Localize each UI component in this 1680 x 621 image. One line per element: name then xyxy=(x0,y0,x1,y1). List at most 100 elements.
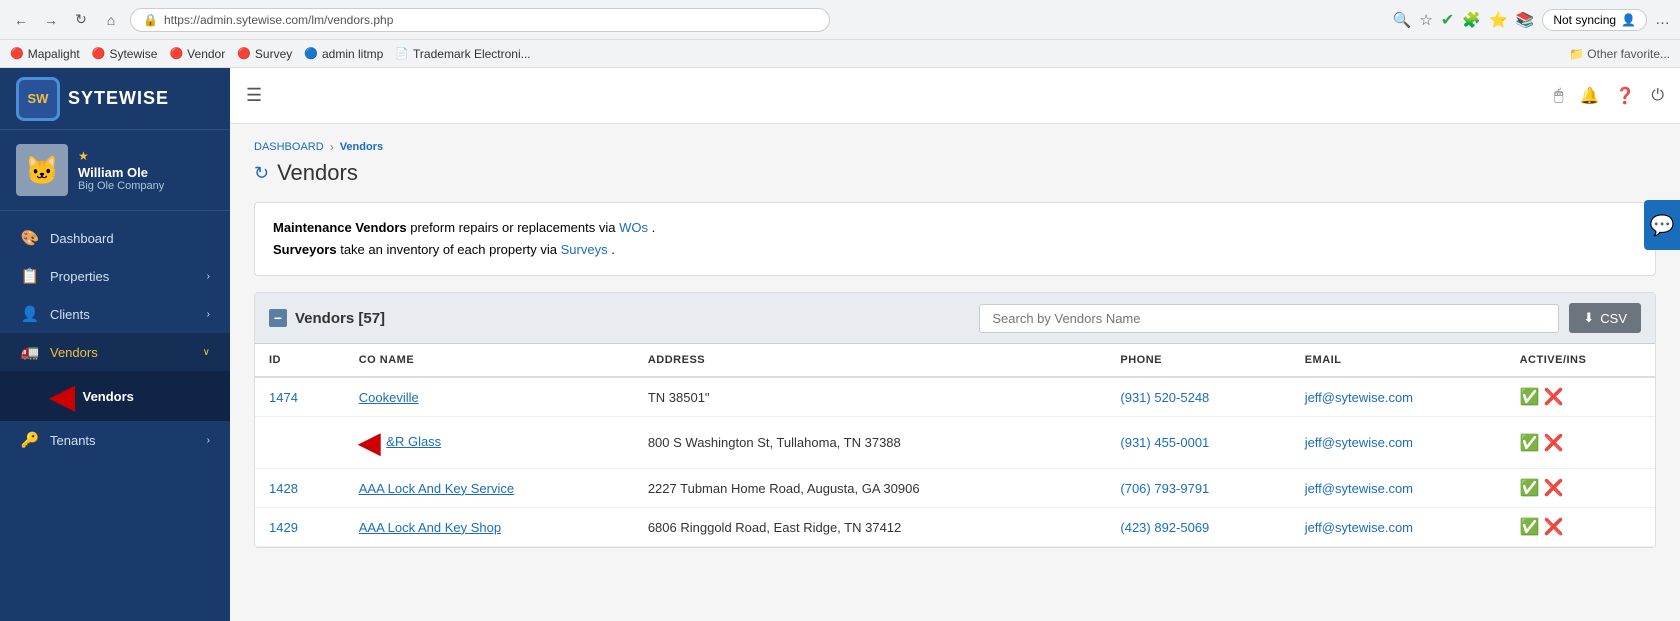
bell-icon[interactable]: 🔔 xyxy=(1580,86,1600,106)
vendors-header: − Vendors [57] ⬇ CSV xyxy=(255,293,1655,344)
bookmark-sytewise[interactable]: 🔴 Sytewise xyxy=(92,47,158,61)
clients-icon: 👤 xyxy=(20,305,40,323)
not-syncing-label: Not syncing xyxy=(1553,13,1616,27)
ins-icon: ❌ xyxy=(1544,433,1564,453)
bookmark-survey[interactable]: 🔴 Survey xyxy=(237,47,292,61)
vendor-bm-icon: 🔴 xyxy=(169,47,183,60)
sidebar-item-clients[interactable]: 👤 Clients › xyxy=(0,295,230,333)
breadcrumb-separator: › xyxy=(330,140,334,154)
app-container: SW SYTEWISE 🐱 ★ William Ole Big Ole Comp… xyxy=(0,68,1680,621)
vendor-name-link[interactable]: &R Glass xyxy=(386,434,441,449)
forward-button[interactable]: → xyxy=(40,9,62,31)
sidebar-item-dashboard-label: Dashboard xyxy=(50,231,114,246)
cell-address: 2227 Tubman Home Road, Augusta, GA 30906 xyxy=(634,469,1107,508)
cell-id[interactable]: 1429 xyxy=(255,508,345,547)
sidebar-item-dashboard[interactable]: 🎨 Dashboard xyxy=(0,219,230,257)
vendor-name-link[interactable]: AAA Lock And Key Service xyxy=(359,481,514,496)
vendor-name-link[interactable]: Cookeville xyxy=(359,390,419,405)
cell-email[interactable]: jeff@sytewise.com xyxy=(1291,417,1506,469)
cell-id[interactable]: 1474 xyxy=(255,377,345,417)
wos-link[interactable]: WOs xyxy=(619,220,648,235)
col-id: ID xyxy=(255,344,345,377)
collapse-icon[interactable]: − xyxy=(269,309,287,327)
table-row: ◀&R Glass 800 S Washington St, Tullahoma… xyxy=(255,417,1655,469)
admin-litmp-icon: 🔵 xyxy=(304,47,318,60)
search-input[interactable] xyxy=(979,304,1559,333)
cell-phone[interactable]: (423) 892-5069 xyxy=(1106,508,1290,547)
sidebar-nav: 🎨 Dashboard 📋 Properties › 👤 Clients › 🚛… xyxy=(0,211,230,621)
sidebar-item-properties[interactable]: 📋 Properties › xyxy=(0,257,230,295)
sytewise-bm-icon: 🔴 xyxy=(92,47,106,60)
cell-email[interactable]: jeff@sytewise.com xyxy=(1291,377,1506,417)
sidebar: SW SYTEWISE 🐱 ★ William Ole Big Ole Comp… xyxy=(0,68,230,621)
more-options-icon[interactable]: … xyxy=(1655,11,1670,28)
vendors-icon: 🚛 xyxy=(20,343,40,361)
properties-icon: 📋 xyxy=(20,267,40,285)
bookmarks-bar: 🔴 Mapalight 🔴 Sytewise 🔴 Vendor 🔴 Survey… xyxy=(0,40,1680,68)
table-row: 1429 AAA Lock And Key Shop 6806 Ringgold… xyxy=(255,508,1655,547)
csv-button[interactable]: ⬇ CSV xyxy=(1569,303,1641,333)
refresh-icon[interactable]: ↻ xyxy=(254,163,269,184)
bookmark-admin-litmp-label: admin litmp xyxy=(322,47,383,61)
address-bar[interactable]: 🔒 https://admin.sytewise.com/lm/vendors.… xyxy=(130,8,830,32)
cell-email[interactable]: jeff@sytewise.com xyxy=(1291,508,1506,547)
surveys-link[interactable]: Surveys xyxy=(561,242,608,257)
search-browser-icon[interactable]: 🔍 xyxy=(1393,11,1412,29)
lock-icon: 🔒 xyxy=(143,13,158,27)
logo-badge: SW xyxy=(16,77,60,121)
power-icon[interactable]: ⏻ xyxy=(1651,87,1664,105)
page-title: Vendors xyxy=(277,160,358,186)
vendors-count-label: Vendors [57] xyxy=(295,310,385,327)
cell-email[interactable]: jeff@sytewise.com xyxy=(1291,469,1506,508)
cell-active: ✅ ❌ xyxy=(1506,417,1655,469)
bookmark-vendor-label: Vendor xyxy=(187,47,225,61)
logo-text: SYTEWISE xyxy=(68,88,169,109)
sidebar-item-vendors[interactable]: 🚛 Vendors ∨ xyxy=(0,333,230,371)
green-check-icon: ✔ xyxy=(1441,10,1454,30)
vendors-table: ID CO NAME ADDRESS PHONE EMAIL ACTIVE/IN… xyxy=(255,344,1655,547)
sidebar-subitem-vendors[interactable]: ◀ Vendors xyxy=(0,371,230,421)
cursor-icon[interactable]: 🖱 xyxy=(1554,87,1564,105)
other-favorites[interactable]: 📁 Other favorite... xyxy=(1569,47,1670,61)
user-section: 🐱 ★ William Ole Big Ole Company xyxy=(0,130,230,211)
menu-toggle-button[interactable]: ☰ xyxy=(246,85,262,106)
cell-id[interactable] xyxy=(255,417,345,469)
not-syncing-button[interactable]: Not syncing 👤 xyxy=(1542,9,1647,31)
cell-active: ✅ ❌ xyxy=(1506,377,1655,417)
chat-bubble[interactable]: 💬 xyxy=(1644,200,1680,250)
col-email: EMAIL xyxy=(1291,344,1506,377)
help-icon[interactable]: ❓ xyxy=(1615,86,1635,106)
vendor-name-link[interactable]: AAA Lock And Key Shop xyxy=(359,520,501,535)
cell-name: AAA Lock And Key Shop xyxy=(345,508,634,547)
active-icon: ✅ xyxy=(1520,433,1540,453)
header-actions: 🖱 🔔 ❓ ⏻ xyxy=(1554,86,1664,106)
bookmark-mapalight[interactable]: 🔴 Mapalight xyxy=(10,47,80,61)
cell-address: 800 S Washington St, Tullahoma, TN 37388 xyxy=(634,417,1107,469)
bookmark-trademark[interactable]: 📄 Trademark Electroni... xyxy=(395,47,530,61)
info-period-1: . xyxy=(652,220,656,235)
breadcrumb-home[interactable]: DASHBOARD xyxy=(254,141,324,153)
favorites-icon[interactable]: ⭐ xyxy=(1489,11,1508,29)
sidebar-item-tenants[interactable]: 🔑 Tenants › xyxy=(0,421,230,459)
home-button[interactable]: ⌂ xyxy=(100,9,122,31)
table-header-row: ID CO NAME ADDRESS PHONE EMAIL ACTIVE/IN… xyxy=(255,344,1655,377)
cell-id[interactable]: 1428 xyxy=(255,469,345,508)
cell-phone[interactable]: (931) 455-0001 xyxy=(1106,417,1290,469)
cell-address: 6806 Ringgold Road, East Ridge, TN 37412 xyxy=(634,508,1107,547)
extensions-icon[interactable]: 🧩 xyxy=(1462,11,1481,29)
user-name: William Ole xyxy=(78,165,164,180)
cell-phone[interactable]: (931) 520-5248 xyxy=(1106,377,1290,417)
star-icon[interactable]: ☆ xyxy=(1419,11,1432,29)
collections-icon[interactable]: 📚 xyxy=(1516,11,1535,29)
info-line-2: Surveyors take an inventory of each prop… xyxy=(273,239,1637,261)
page-content: DASHBOARD › Vendors ↻ Vendors Maintenanc… xyxy=(230,124,1680,621)
cell-phone[interactable]: (706) 793-9791 xyxy=(1106,469,1290,508)
back-button[interactable]: ← xyxy=(10,9,32,31)
csv-label: CSV xyxy=(1600,311,1627,326)
bookmark-trademark-label: Trademark Electroni... xyxy=(413,47,531,61)
bookmark-vendor[interactable]: 🔴 Vendor xyxy=(169,47,225,61)
reload-button[interactable]: ↻ xyxy=(70,9,92,31)
active-icon: ✅ xyxy=(1520,387,1540,407)
bookmark-admin-litmp[interactable]: 🔵 admin litmp xyxy=(304,47,383,61)
clients-chevron: › xyxy=(207,309,210,320)
